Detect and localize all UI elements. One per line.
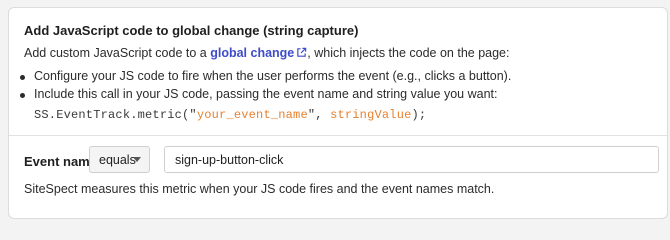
external-link-icon (297, 47, 307, 57)
intro-prefix: Add custom JavaScript code to a (24, 46, 211, 60)
bullet-dot (20, 93, 25, 98)
caret-down-icon (133, 157, 141, 162)
code-suffix: ); (411, 108, 427, 122)
intro-suffix: , which injects the code on the page: (307, 46, 510, 60)
code-event-name-arg: your_event_name (196, 108, 308, 122)
section-title: Add JavaScript code to global change (st… (24, 23, 359, 38)
code-prefix: SS.EventTrack.metric(" (34, 108, 197, 122)
global-change-link[interactable]: global change (210, 46, 307, 60)
bullet-dot (20, 75, 25, 80)
event-name-label: Event name (24, 154, 97, 169)
bullet-text: Include this call in your JS code, passi… (34, 87, 498, 101)
helper-note: SiteSpect measures this metric when your… (24, 182, 495, 196)
operator-select[interactable]: equals (89, 146, 150, 173)
event-name-input[interactable] (164, 146, 659, 173)
operator-select-value: equals (99, 153, 136, 167)
bullet-text: Configure your JS code to fire when the … (34, 69, 512, 83)
event-metric-panel: Add JavaScript code to global change (st… (8, 7, 668, 219)
global-change-link-label: global change (210, 46, 295, 60)
divider (9, 135, 667, 136)
code-string-value-arg: stringValue (330, 108, 412, 122)
intro-text: Add custom JavaScript code to a global c… (24, 46, 509, 60)
code-snippet: SS.EventTrack.metric("your_event_name", … (34, 108, 426, 122)
code-middle: ", (307, 108, 331, 122)
